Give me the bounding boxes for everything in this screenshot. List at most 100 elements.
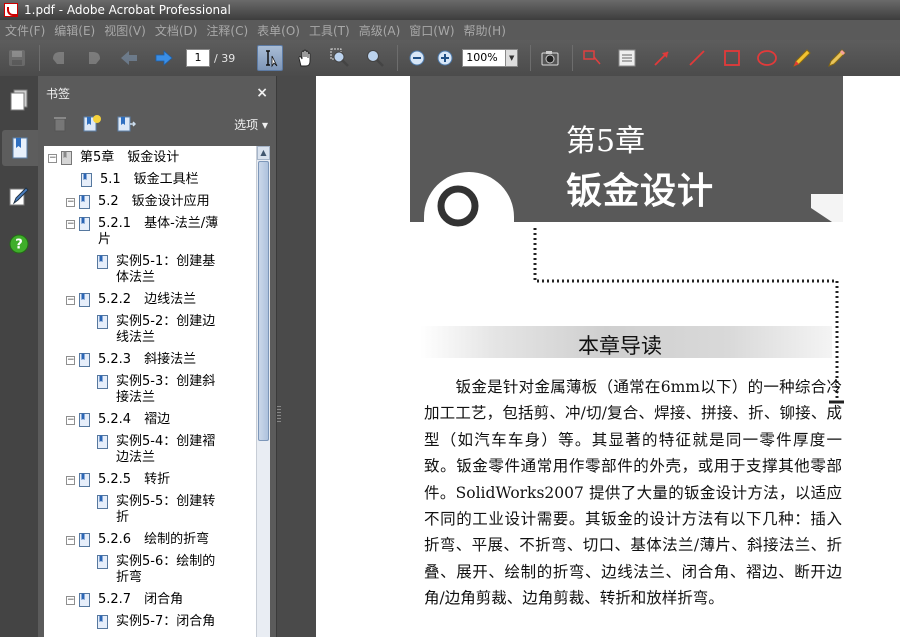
select-text-tool[interactable]	[257, 45, 284, 71]
toolbar-separator	[39, 45, 40, 71]
bookmark-icon	[79, 593, 90, 607]
bookmark-item[interactable]: − 5.2.5 转折	[66, 472, 170, 488]
bookmark-item[interactable]: − 5.2.2 边线法兰	[66, 292, 196, 308]
bookmark-item[interactable]: − 5.2.1 基体-法兰/薄 片	[66, 216, 218, 248]
menu-window[interactable]: 窗口(W)	[406, 22, 460, 39]
new-bookmark-button[interactable]	[82, 114, 102, 135]
zoom-dropdown-button[interactable]: ▼	[506, 49, 519, 67]
bookmark-scrollbar[interactable]: ▲	[256, 146, 270, 637]
bookmark-item[interactable]: − 第5章 钣金设计	[48, 150, 179, 166]
collapse-toggle-icon[interactable]: −	[48, 154, 57, 163]
scroll-up-icon[interactable]: ▲	[257, 146, 270, 160]
expand-bookmark-button[interactable]	[116, 114, 137, 135]
toolbar: 1 / 39 100% ▼	[0, 40, 900, 76]
next-page-button[interactable]	[151, 45, 177, 71]
menu-help[interactable]: 帮助(H)	[461, 22, 512, 39]
menu-forms[interactable]: 表单(O)	[254, 22, 306, 39]
arrow-tool[interactable]	[649, 45, 675, 71]
zoom-level-input[interactable]: 100%	[462, 49, 507, 67]
panel-title: 书签	[46, 86, 71, 101]
chapter-number: 第5章	[566, 124, 646, 159]
bookmark-icon	[61, 151, 72, 165]
bookmark-label: 5.2.4 褶边	[98, 412, 171, 427]
bookmark-item[interactable]: − 5.2.4 褶边	[66, 412, 170, 428]
collapse-toggle-icon[interactable]: −	[66, 198, 75, 207]
bookmark-item[interactable]: 实例5-7：闭合角	[97, 614, 215, 630]
bookmark-item[interactable]: − 5.2.7 闭合角	[66, 592, 183, 608]
save-button[interactable]	[4, 45, 30, 71]
bookmark-item[interactable]: − 5.2.6 绘制的折弯	[66, 532, 209, 548]
bookmark-icon	[97, 315, 108, 329]
text-cursor-icon	[266, 50, 278, 68]
text-box-icon	[618, 49, 636, 67]
signatures-panel-button[interactable]	[2, 178, 36, 214]
close-panel-button[interactable]: ×	[256, 85, 268, 101]
hand-tool[interactable]	[292, 45, 318, 71]
arrow-left-icon	[121, 51, 137, 65]
bookmark-item[interactable]: 实例5-5：创建转 折	[97, 494, 215, 526]
pencil-eraser-tool[interactable]	[824, 45, 850, 71]
bookmark-item[interactable]: 实例5-2：创建边 线法兰	[97, 314, 215, 346]
zoom-out-button[interactable]	[404, 45, 430, 71]
pane-splitter[interactable]	[276, 76, 316, 637]
minus-circle-icon	[409, 50, 425, 66]
new-bookmark-icon	[83, 114, 101, 131]
dynamic-zoom-tool[interactable]	[362, 45, 388, 71]
bookmark-label: 5.2.7 闭合角	[98, 592, 184, 607]
bookmark-icon	[97, 435, 108, 449]
line-tool[interactable]	[684, 45, 710, 71]
bookmark-item[interactable]: 实例5-6：绘制的 折弯	[97, 554, 215, 586]
bookmark-item[interactable]: − 5.2 钣金设计应用	[66, 194, 210, 210]
oval-tool[interactable]	[754, 45, 780, 71]
rectangle-tool[interactable]	[719, 45, 745, 71]
callout-icon	[583, 50, 601, 65]
bookmark-item[interactable]: 实例5-3：创建斜 接法兰	[97, 374, 215, 406]
chapter-title: 钣金设计	[566, 171, 715, 212]
menu-tools[interactable]: 工具(T)	[306, 22, 356, 39]
bookmark-tree: − 第5章 钣金设计 5.1 钣金工具栏 − 5.2 钣金设计应用 − 5.2.1 基体-法…	[44, 146, 270, 637]
callout-tool[interactable]	[579, 45, 605, 71]
collapse-toggle-icon[interactable]: −	[66, 476, 75, 485]
help-button[interactable]: ?	[2, 226, 36, 262]
options-menu[interactable]: 选项 ▾	[234, 116, 268, 133]
menu-file[interactable]: 文件(F)	[2, 22, 51, 39]
page-number-input[interactable]: 1	[186, 49, 210, 67]
menu-advanced[interactable]: 高级(A)	[356, 22, 407, 39]
menu-view[interactable]: 视图(V)	[101, 22, 152, 39]
collapse-toggle-icon[interactable]: −	[66, 536, 75, 545]
menu-edit[interactable]: 编辑(E)	[51, 22, 101, 39]
bookmark-label: 5.2.1 基体-法兰/薄 片	[98, 216, 219, 247]
bookmark-item[interactable]: 5.1 钣金工具栏	[81, 172, 199, 188]
pencil-tool[interactable]	[789, 45, 815, 71]
collapse-toggle-icon[interactable]: −	[66, 356, 75, 365]
zoom-in-button[interactable]	[432, 45, 458, 71]
text-box-tool[interactable]	[614, 45, 640, 71]
bookmark-item[interactable]: − 5.2.3 斜接法兰	[66, 352, 196, 368]
collapse-toggle-icon[interactable]: −	[66, 296, 75, 305]
marquee-zoom-tool[interactable]	[327, 45, 353, 71]
redo-button[interactable]	[81, 45, 107, 71]
splitter-grip[interactable]	[277, 406, 281, 424]
collapse-toggle-icon[interactable]: −	[66, 596, 75, 605]
bookmarks-icon	[12, 137, 28, 159]
bookmark-icon	[97, 255, 108, 269]
collapse-toggle-icon[interactable]: −	[66, 220, 75, 229]
snapshot-tool[interactable]	[537, 45, 563, 71]
undo-button[interactable]	[46, 45, 72, 71]
bookmark-label: 5.2.5 转折	[98, 472, 171, 487]
rectangle-icon	[724, 50, 741, 66]
collapse-toggle-icon[interactable]: −	[66, 416, 75, 425]
pages-panel-button[interactable]	[2, 82, 36, 118]
bookmark-icon	[79, 293, 90, 307]
menu-document[interactable]: 文档(D)	[152, 22, 204, 39]
window-title: 1.pdf - Adobe Acrobat Professional	[24, 3, 231, 17]
bookmark-item[interactable]: 实例5-1：创建基 体法兰	[97, 254, 215, 286]
delete-bookmark-button[interactable]	[52, 114, 68, 135]
bookmark-label: 实例5-1：创建基 体法兰	[116, 254, 216, 285]
bookmark-icon	[81, 173, 92, 187]
bookmarks-panel-button[interactable]	[2, 130, 38, 166]
menu-comments[interactable]: 注释(C)	[203, 22, 254, 39]
scrollbar-thumb[interactable]	[258, 161, 269, 441]
previous-page-button[interactable]	[116, 45, 142, 71]
bookmark-item[interactable]: 实例5-4：创建褶 边法兰	[97, 434, 215, 466]
